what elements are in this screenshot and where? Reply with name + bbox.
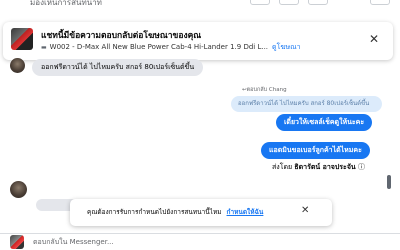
- sent-by-label: ส่งโดย ธิดารัตน์ อาจประจัน ⓘ: [272, 162, 365, 173]
- notice-message: คุณต้องการรับการกำหนดไปยังการสนทนานี้ไหม: [87, 208, 222, 216]
- header-action-button[interactable]: [279, 0, 299, 5]
- close-icon[interactable]: ✕: [369, 33, 379, 45]
- product-name: W002 - D-Max All New Blue Power Cab-4 Hi…: [49, 43, 269, 51]
- view-ad-link[interactable]: ดูโฆษณา: [272, 43, 301, 51]
- avatar: [10, 181, 27, 198]
- car-icon: ▬: [41, 44, 47, 51]
- quoted-message[interactable]: ออกฟรีดาวน์ได้ ไปไหมครับ สกอร์ 80เปอร์เซ…: [231, 96, 382, 112]
- ad-thumbnail: [11, 28, 33, 50]
- sent-by-prefix: ส่งโดย: [272, 163, 293, 171]
- notice-text: คุณต้องการรับการกำหนดไปยังการสนทนานี้ไหม…: [87, 207, 263, 217]
- incoming-message: ออกฟรีดาวน์ได้ ไปไหมครับ สกอร์ 80เปอร์เซ…: [32, 59, 204, 76]
- close-icon[interactable]: ✕: [301, 206, 309, 216]
- scrollbar[interactable]: [387, 175, 391, 189]
- ad-reply-banner: แชทนี้มีข้อความตอบกลับต่อโฆษณาของคุณ ▬ W0…: [3, 22, 393, 60]
- header-bar: มองเห็นการสนทนาที่: [0, 0, 400, 10]
- header-action-button[interactable]: [308, 0, 328, 5]
- page-avatar: [10, 235, 24, 249]
- assign-notice: คุณต้องการรับการกำหนดไปยังการสนทนานี้ไหม…: [70, 199, 332, 226]
- conversation-status: มองเห็นการสนทนาที่: [30, 0, 102, 7]
- avatar: [10, 58, 25, 73]
- outgoing-message: แอดมินขอเบอร์ลูกค้าได้ไหมคะ: [261, 142, 370, 159]
- outgoing-message: เดี๋ยวให้เซลล์เช็คดูให้นะคะ: [276, 114, 373, 131]
- banner-title: แชทนี้มีข้อความตอบกลับต่อโฆษณาของคุณ: [41, 31, 202, 41]
- reply-header: ↩ตอบกลับ Chang: [242, 87, 287, 93]
- info-icon[interactable]: ⓘ: [358, 163, 365, 171]
- sent-by-name: ธิดารัตน์ อาจประจัน: [294, 163, 356, 171]
- composer-divider: [0, 233, 400, 234]
- header-action-button[interactable]: [370, 0, 390, 5]
- header-action-button[interactable]: [250, 0, 270, 5]
- message-input[interactable]: ตอบกลับใน Messenger...: [33, 237, 114, 248]
- assign-to-me-link[interactable]: กำหนดให้ฉัน: [227, 208, 264, 216]
- banner-product: ▬ W002 - D-Max All New Blue Power Cab-4 H…: [41, 42, 301, 53]
